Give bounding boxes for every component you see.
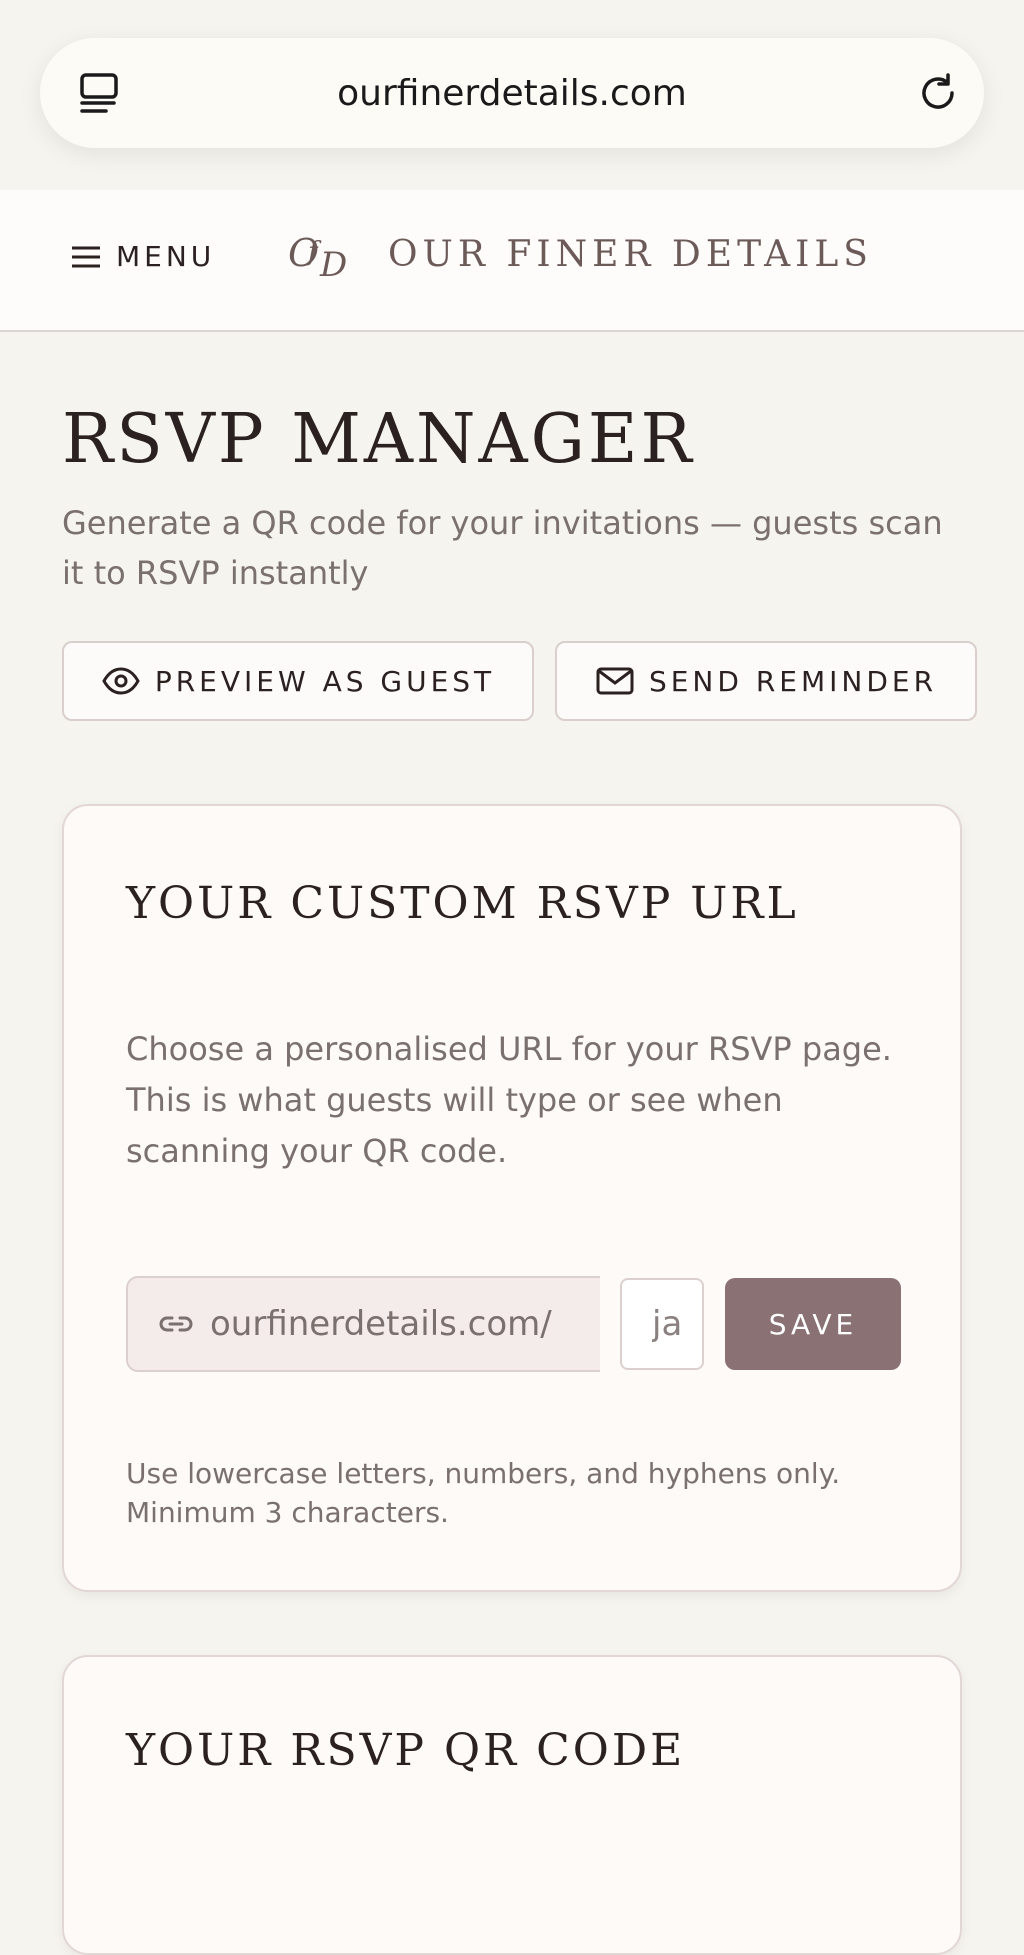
custom-url-title: YOUR CUSTOM RSVP URL <box>126 878 799 929</box>
page-title: RSVP MANAGER <box>62 400 695 479</box>
send-reminder-button[interactable]: SEND REMINDER <box>555 641 977 721</box>
url-slug-input[interactable] <box>620 1278 704 1370</box>
url-hint: Use lowercase letters, numbers, and hyph… <box>126 1457 841 1529</box>
brand-logo[interactable]: O f D OUR FINER DETAILS <box>286 226 873 282</box>
url-prefix: ourfinerdetails.com/ <box>126 1276 600 1372</box>
mail-icon <box>596 667 634 695</box>
url-prefix-text: ourfinerdetails.com/ <box>210 1304 552 1344</box>
menu-label: MENU <box>116 240 216 273</box>
preview-as-guest-button[interactable]: PREVIEW AS GUEST <box>62 641 534 721</box>
menu-button[interactable]: MENU <box>70 240 215 273</box>
custom-url-card: YOUR CUSTOM RSVP URL Choose a personalis… <box>62 804 962 1592</box>
page-subtitle: Generate a QR code for your invitations … <box>62 504 943 592</box>
brand-name: OUR FINER DETAILS <box>388 233 873 275</box>
reload-icon[interactable] <box>914 69 962 117</box>
save-button[interactable]: SAVE <box>725 1278 901 1370</box>
browser-url[interactable]: ourfinerdetails.com <box>337 73 687 114</box>
preview-as-guest-label: PREVIEW AS GUEST <box>154 664 496 698</box>
svg-text:D: D <box>319 245 347 282</box>
custom-url-description: Choose a personalised URL for your RSVP … <box>126 1030 892 1170</box>
send-reminder-label: SEND REMINDER <box>648 664 938 698</box>
browser-address-bar[interactable]: ourfinerdetails.com <box>40 38 984 148</box>
qr-code-title: YOUR RSVP QR CODE <box>126 1725 686 1776</box>
qr-code-card: YOUR RSVP QR CODE <box>62 1655 962 1955</box>
hamburger-icon <box>72 246 100 267</box>
site-header: MENU O f D OUR FINER DETAILS <box>0 190 1024 332</box>
eye-icon <box>102 667 140 695</box>
tabs-icon[interactable] <box>78 71 122 115</box>
monogram-logo: O f D <box>288 231 347 282</box>
link-icon <box>159 1316 193 1332</box>
